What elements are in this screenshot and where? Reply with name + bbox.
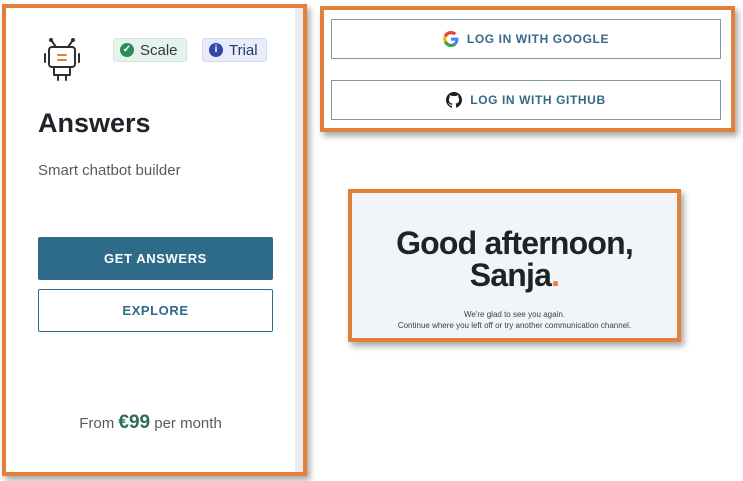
badge-label: Scale (140, 41, 178, 59)
greeting-heading: Good afternoon, Sanja. (352, 227, 677, 291)
price-suffix: per month (154, 415, 222, 432)
info-circle-icon: i (209, 43, 223, 57)
greeting-sub-line-1: We're glad to see you again. (464, 310, 565, 319)
login-options: LOG IN WITH GOOGLE LOG IN WITH GITHUB (320, 6, 735, 132)
greeting-line: Good afternoon, (396, 225, 634, 261)
google-icon (442, 31, 459, 47)
github-login-button[interactable]: LOG IN WITH GITHUB (331, 80, 721, 120)
badge-label: Trial (229, 41, 258, 59)
price-amount: €99 (118, 412, 151, 433)
product-title: Answers (38, 108, 151, 138)
price-prefix: From (79, 415, 115, 432)
greeting-sub-line-2: Continue where you left off or try anoth… (397, 321, 632, 330)
greeting-subtext: We're glad to see you again. Continue wh… (352, 309, 677, 331)
price-line: From €99 per month (6, 412, 295, 434)
greeting-panel: Good afternoon, Sanja. We're glad to see… (348, 189, 681, 342)
product-subtitle: Smart chatbot builder (38, 162, 181, 179)
plan-badge-trial: i Trial (202, 38, 267, 62)
check-circle-icon: ✓ (120, 43, 134, 57)
google-login-label: LOG IN WITH GOOGLE (466, 32, 610, 46)
get-answers-button[interactable]: GET ANSWERS (38, 237, 273, 280)
plan-badge-scale: ✓ Scale (113, 38, 187, 62)
github-icon (446, 92, 463, 108)
explore-button[interactable]: EXPLORE (38, 289, 273, 332)
google-login-button[interactable]: LOG IN WITH GOOGLE (331, 19, 721, 59)
user-name: Sanja (469, 257, 552, 293)
accent-period: . (551, 257, 560, 293)
github-login-label: LOG IN WITH GITHUB (470, 93, 606, 107)
product-card: ✓ Scale i Trial Answers Smart chatbot bu… (2, 4, 307, 476)
robot-icon (44, 38, 80, 81)
scrollbar[interactable] (295, 8, 303, 472)
